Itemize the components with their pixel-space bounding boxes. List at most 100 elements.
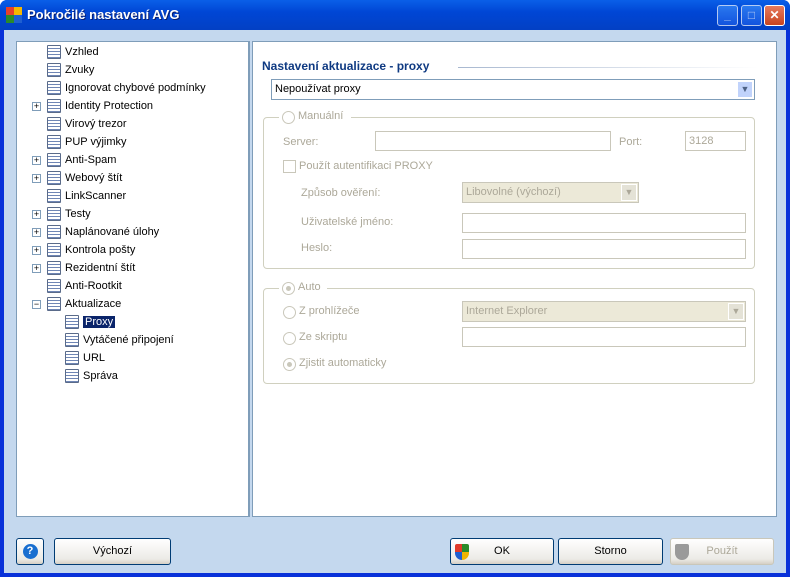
tree-item-label: Rezidentní štít (65, 262, 136, 274)
port-input[interactable]: 3128 (685, 131, 746, 151)
proxy-auth-checkbox[interactable] (283, 160, 296, 173)
tree-item[interactable]: + Anti-Spam (32, 151, 117, 169)
auth-method-label: Způsob ověření: (301, 187, 381, 199)
script-input[interactable] (462, 327, 746, 347)
tree-item[interactable]: Vytáčené připojení (65, 331, 174, 349)
tree-item-label: Vzhled (65, 46, 99, 58)
settings-page-icon (65, 315, 79, 329)
help-icon: ? (22, 544, 38, 559)
auto-radio[interactable] (282, 282, 295, 295)
close-button[interactable]: ✕ (764, 5, 785, 26)
settings-panel: Nastavení aktualizace - proxy Nepoužívat… (252, 41, 777, 517)
settings-page-icon (47, 225, 61, 239)
password-label: Heslo: (301, 242, 333, 254)
tree-item-label: Ignorovat chybové podmínky (65, 82, 206, 94)
settings-tree[interactable]: Vzhled Zvuky Ignorovat chybové podmínky + Id… (16, 41, 249, 517)
tree-item-label: PUP výjimky (65, 136, 127, 148)
manual-label: Manuální (298, 110, 344, 122)
settings-page-icon (47, 279, 61, 293)
tree-item-label: Testy (65, 208, 91, 220)
dialog-window: Pokročilé nastavení AVG _ □ ✕ Vzhled Zvuk… (0, 0, 790, 577)
default-button[interactable]: Výchozí (54, 538, 171, 565)
expand-icon[interactable]: + (32, 102, 41, 111)
settings-page-icon (47, 171, 61, 185)
ok-label: OK (494, 545, 510, 557)
browser-label: Z prohlížeče (299, 305, 360, 317)
server-input[interactable] (375, 131, 611, 151)
tree-item-label: Správa (83, 370, 118, 382)
chevron-down-icon[interactable]: ▼ (737, 81, 753, 98)
shield-icon (455, 544, 469, 560)
tree-item[interactable]: Proxy (65, 313, 116, 331)
avg-logo-icon (6, 7, 22, 23)
tree-item[interactable]: Anti-Rootkit (47, 277, 122, 295)
tree-item-label: Anti-Rootkit (65, 280, 122, 292)
tree-item-label: Virový trezor (65, 118, 127, 130)
settings-page-icon (47, 63, 61, 77)
tree-item[interactable]: Virový trezor (47, 115, 127, 133)
expand-icon[interactable]: + (32, 210, 41, 219)
tree-item[interactable]: + Kontrola pošty (32, 241, 135, 259)
tree-item[interactable]: PUP výjimky (47, 133, 127, 151)
tree-item[interactable]: + Testy (32, 205, 91, 223)
settings-page-icon (47, 261, 61, 275)
tree-item[interactable]: + Webový štít (32, 169, 122, 187)
expand-icon[interactable]: + (32, 174, 41, 183)
tree-item[interactable]: Správa (65, 367, 118, 385)
section-divider (458, 67, 758, 68)
tree-item-label: Vytáčené připojení (83, 334, 174, 346)
minimize-button[interactable]: _ (717, 5, 738, 26)
proxy-auth-label: Použít autentifikaci PROXY (299, 160, 433, 172)
expand-icon[interactable]: + (32, 264, 41, 273)
settings-page-icon (47, 243, 61, 257)
server-label: Server: (283, 136, 319, 148)
cancel-button[interactable]: Storno (558, 538, 663, 565)
username-input[interactable] (462, 213, 746, 233)
tree-item[interactable]: URL (65, 349, 105, 367)
ok-button[interactable]: OK (450, 538, 554, 565)
tree-item[interactable]: − Aktualizace (32, 295, 122, 313)
password-input[interactable] (462, 239, 746, 259)
chevron-down-icon[interactable]: ▼ (728, 303, 744, 320)
browser-radio[interactable] (283, 306, 296, 319)
tree-item-label: Aktualizace (65, 298, 122, 310)
auth-method-value: Libovolné (výchozí) (466, 186, 561, 198)
tree-item[interactable]: Vzhled (47, 43, 99, 61)
settings-page-icon (65, 369, 79, 383)
proxy-mode-select[interactable]: Nepoužívat proxy ▼ (271, 79, 755, 100)
browser-select[interactable]: Internet Explorer ▼ (462, 301, 746, 322)
shield-icon (675, 544, 689, 560)
apply-button[interactable]: Použít (670, 538, 774, 565)
tree-item-label: Naplánované úlohy (65, 226, 160, 238)
tree-item[interactable]: Ignorovat chybové podmínky (47, 79, 206, 97)
chevron-down-icon[interactable]: ▼ (621, 184, 637, 201)
tree-item-label: Anti-Spam (65, 154, 117, 166)
expand-icon[interactable]: + (32, 246, 41, 255)
expand-icon[interactable]: + (32, 156, 41, 165)
detect-radio[interactable] (283, 358, 296, 371)
apply-label: Použít (706, 545, 738, 557)
collapse-icon[interactable]: − (32, 300, 41, 309)
section-title: Nastavení aktualizace - proxy (262, 59, 430, 73)
script-radio[interactable] (283, 332, 296, 345)
help-button[interactable]: ? (16, 538, 44, 565)
settings-page-icon (65, 351, 79, 365)
tree-item-label: Proxy (83, 316, 116, 328)
settings-page-icon (47, 153, 61, 167)
settings-page-icon (47, 45, 61, 59)
manual-radio[interactable] (282, 111, 295, 124)
expand-icon[interactable]: + (32, 228, 41, 237)
settings-page-icon (47, 99, 61, 113)
maximize-button[interactable]: □ (741, 5, 762, 26)
settings-page-icon (47, 81, 61, 95)
dialog-body: Vzhled Zvuky Ignorovat chybové podmínky + Id… (4, 30, 786, 573)
auth-method-select[interactable]: Libovolné (výchozí) ▼ (462, 182, 639, 203)
tree-item[interactable]: + Rezidentní štít (32, 259, 136, 277)
tree-item[interactable]: Zvuky (47, 61, 94, 79)
script-label: Ze skriptu (299, 331, 348, 343)
browser-value: Internet Explorer (466, 305, 548, 317)
tree-item[interactable]: LinkScanner (47, 187, 126, 205)
tree-item[interactable]: + Naplánované úlohy (32, 223, 160, 241)
tree-item-label: Zvuky (65, 64, 95, 76)
tree-item[interactable]: + Identity Protection (32, 97, 153, 115)
